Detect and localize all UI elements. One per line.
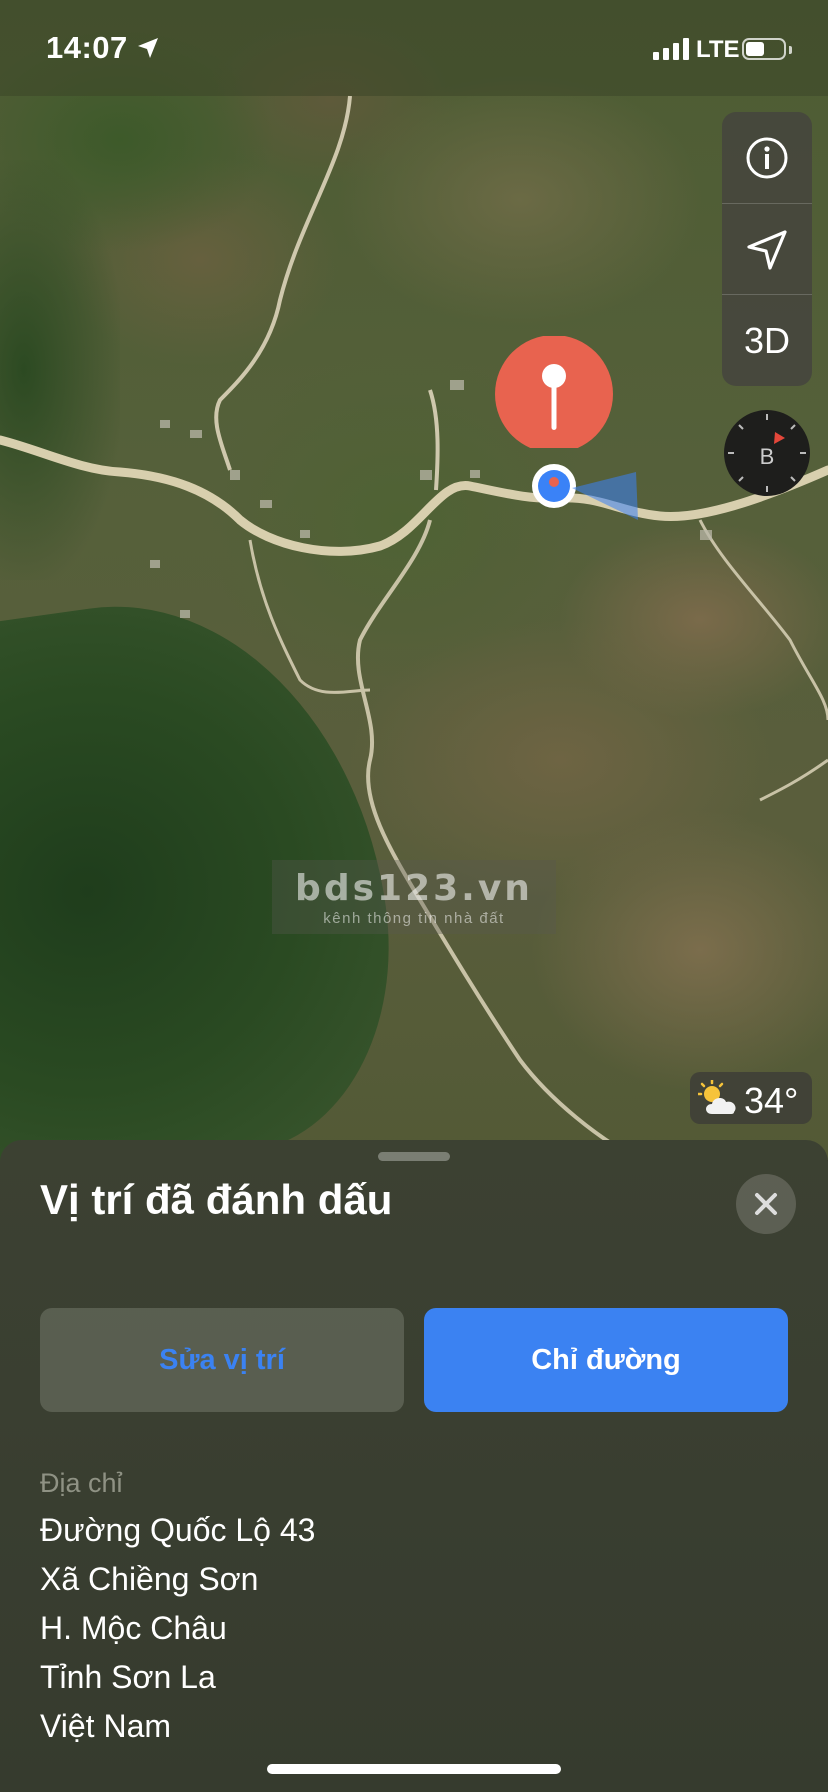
east-road — [698, 519, 828, 721]
address-line-street: Đường Quốc Lộ 43 — [40, 1512, 316, 1548]
map-controls: 3D — [722, 112, 812, 386]
west-road — [248, 539, 371, 694]
location-arrow-icon — [747, 229, 787, 270]
south-road — [355, 519, 641, 1160]
dropped-pin-marker[interactable] — [494, 336, 614, 448]
cellular-signal-icon — [653, 38, 689, 60]
close-button[interactable] — [736, 1174, 796, 1234]
network-type: LTE — [696, 36, 740, 63]
info-circle-icon — [746, 137, 788, 178]
directions-button[interactable]: Chỉ đường — [424, 1308, 788, 1412]
edit-location-button[interactable]: Sửa vị trí — [40, 1308, 404, 1412]
sheet-grabber[interactable] — [378, 1152, 450, 1161]
address-line-commune: Xã Chiềng Sơn — [40, 1561, 259, 1597]
address-line-country: Việt Nam — [40, 1708, 172, 1744]
address-line-district: H. Mộc Châu — [40, 1610, 227, 1646]
heading-beam — [572, 472, 638, 520]
place-card-sheet: Vị trí đã đánh dấu Sửa vị trí Chỉ đường … — [0, 1140, 828, 1792]
east-spur-road — [759, 758, 828, 802]
road-network — [0, 95, 828, 1160]
battery-level — [746, 42, 764, 56]
track-location-button[interactable] — [722, 203, 812, 295]
north-road — [214, 95, 352, 471]
location-services-icon — [138, 38, 158, 58]
close-icon — [755, 1193, 777, 1215]
status-bar: 14:07 LTE — [0, 0, 828, 96]
address-line-province: Tỉnh Sơn La — [40, 1659, 216, 1695]
watermark-main-text: bds123.vn — [295, 868, 533, 909]
compass-direction-letter: B — [759, 444, 775, 469]
home-indicator[interactable] — [267, 1764, 561, 1774]
battery-cap — [789, 46, 792, 54]
weather-badge[interactable]: 34° — [690, 1072, 812, 1124]
user-location-dot — [532, 464, 576, 508]
battery-icon — [742, 38, 786, 60]
compass-button[interactable]: B — [722, 408, 812, 498]
watermark-sub-text: kênh thông tin nhà đất — [323, 910, 505, 927]
3d-view-button[interactable]: 3D — [722, 294, 812, 386]
partly-cloudy-sun-icon — [698, 1080, 736, 1114]
address-label: Địa chỉ — [40, 1468, 123, 1498]
maps-screen: 14:07 LTE 3D B bds123.vn kênh thông tin … — [0, 0, 828, 1792]
status-time: 14:07 — [46, 30, 128, 65]
satellite-map[interactable]: 14:07 LTE 3D B bds123.vn kênh thông tin … — [0, 0, 828, 1187]
map-info-button[interactable] — [722, 112, 812, 203]
sheet-title: Vị trí đã đánh dấu — [40, 1176, 393, 1223]
watermark: bds123.vn kênh thông tin nhà đất — [272, 860, 556, 934]
weather-temperature: 34° — [744, 1080, 799, 1121]
